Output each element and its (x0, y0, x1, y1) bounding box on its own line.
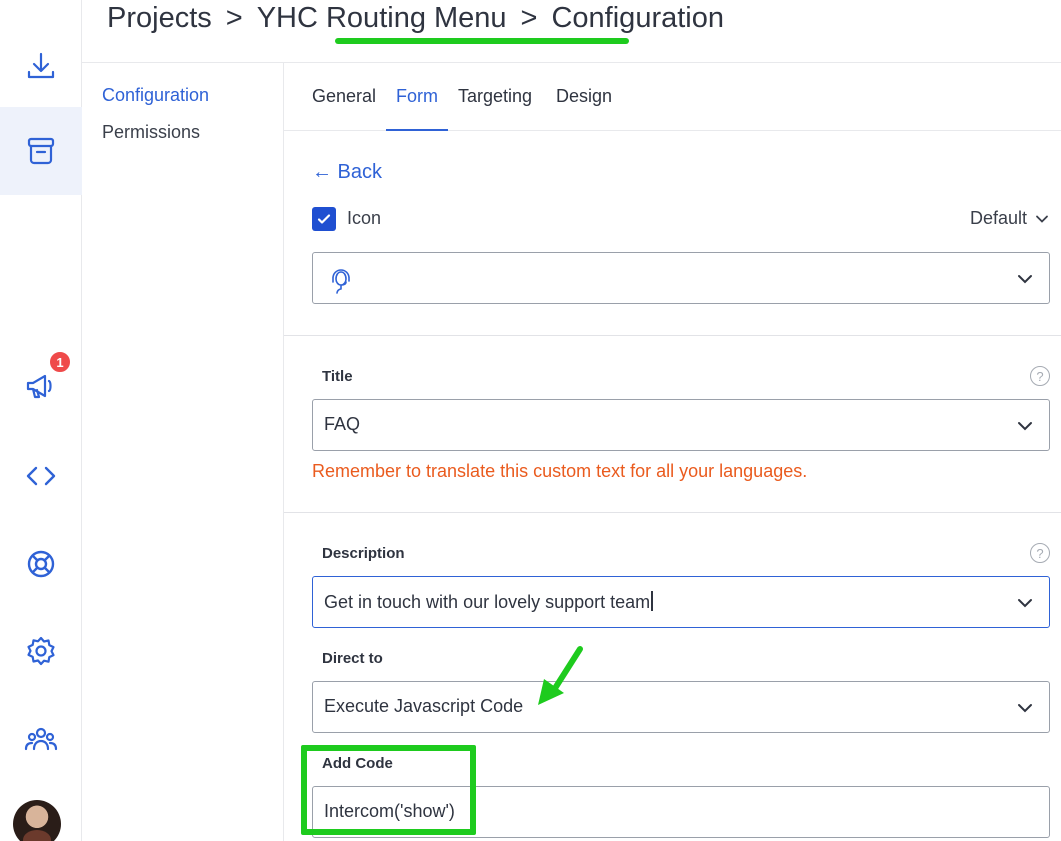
icon-style-select[interactable]: Default (970, 208, 1049, 229)
tab-general[interactable]: General (312, 63, 376, 131)
breadcrumb-separator: > (520, 2, 538, 34)
tab-bar: General Form Targeting Design (284, 63, 1061, 131)
title-help-icon[interactable]: ? (1030, 366, 1050, 386)
chevron-down-icon (1018, 704, 1032, 713)
archive-rail-button[interactable] (0, 107, 82, 195)
gear-icon (27, 636, 55, 666)
section-divider (284, 512, 1061, 513)
settings-rail-button[interactable] (0, 607, 82, 695)
help-center-rail-button[interactable] (0, 520, 82, 608)
form-panel: ← Back Icon Default Title ? FAQ Remember… (284, 131, 1061, 841)
chevron-down-icon (1018, 275, 1032, 284)
team-icon (24, 727, 58, 751)
settings-subnav: Configuration Permissions (82, 63, 284, 841)
breadcrumb-separator: > (225, 2, 243, 34)
description-help-icon[interactable]: ? (1030, 543, 1050, 563)
support-agent-icon (332, 269, 350, 294)
team-rail-button[interactable] (0, 695, 82, 783)
annotation-arrow-icon (538, 646, 583, 705)
annotation-underline (335, 38, 629, 44)
archive-icon (27, 137, 55, 165)
icon-checkbox[interactable] (312, 207, 336, 231)
icon-rail: 1 (0, 0, 82, 841)
direct-to-select[interactable]: Execute Javascript Code (312, 681, 1050, 733)
download-icon (27, 52, 55, 79)
description-label: Description (322, 545, 405, 562)
chevron-down-icon (1018, 422, 1032, 431)
icon-style-value: Default (969, 208, 1027, 228)
breadcrumb-current: Configuration (551, 2, 724, 34)
code-icon (26, 466, 56, 486)
title-label: Title (322, 368, 353, 385)
subnav-item-configuration[interactable]: Configuration (102, 85, 209, 106)
code-rail-button[interactable] (0, 432, 82, 520)
chevron-down-icon (1036, 215, 1048, 223)
direct-to-value: Execute Javascript Code (324, 696, 524, 716)
description-field[interactable]: Get in touch with our lovely support tea… (312, 576, 1050, 628)
description-text: Get in touch with our lovely support tea… (324, 592, 651, 612)
tab-design[interactable]: Design (556, 63, 612, 131)
text-cursor (651, 591, 653, 611)
description-value: Get in touch with our lovely support tea… (324, 591, 653, 613)
breadcrumb-menu-name[interactable]: YHC Routing Menu (257, 2, 507, 35)
tab-form[interactable]: Form (386, 63, 448, 131)
direct-to-label: Direct to (322, 650, 383, 667)
back-link[interactable]: ← Back (312, 161, 382, 184)
download-rail-button[interactable] (0, 22, 82, 110)
icon-select[interactable] (312, 252, 1050, 304)
title-field[interactable]: FAQ (312, 399, 1050, 451)
icon-checkbox-label: Icon (347, 208, 382, 228)
chevron-down-icon (1018, 599, 1032, 608)
lifebuoy-icon (27, 550, 55, 578)
megaphone-icon (26, 374, 52, 399)
breadcrumb: Projects > YHC Routing Menu > Configurat… (107, 2, 724, 35)
title-value: FAQ (324, 414, 361, 434)
section-divider (284, 335, 1061, 336)
notification-badge: 1 (48, 350, 72, 374)
translation-warning: Remember to translate this custom text f… (312, 461, 808, 481)
annotation-highlight-box (301, 745, 476, 835)
breadcrumb-projects[interactable]: Projects (107, 2, 212, 35)
checkmark-icon (317, 214, 331, 224)
page-header: Projects > YHC Routing Menu > Configurat… (82, 0, 1061, 63)
subnav-item-permissions[interactable]: Permissions (102, 122, 200, 143)
user-avatar[interactable] (13, 800, 61, 841)
tab-targeting[interactable]: Targeting (458, 63, 532, 131)
